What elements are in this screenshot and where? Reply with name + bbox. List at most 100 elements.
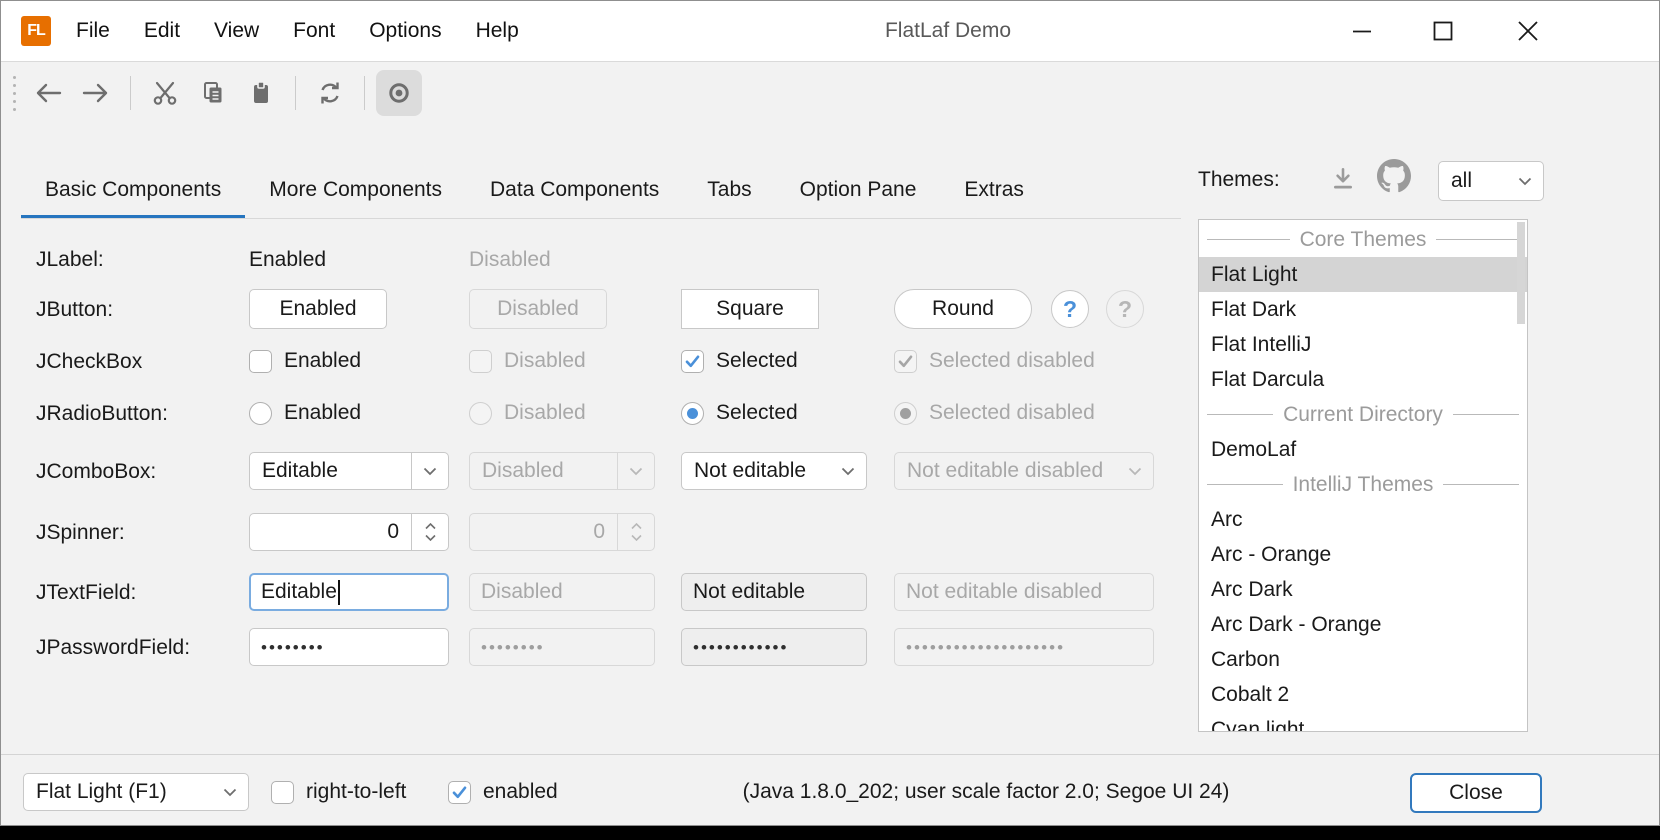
checkbox-icon[interactable] <box>249 350 272 373</box>
radio-enabled[interactable]: Enabled <box>249 401 361 425</box>
tab-option-pane[interactable]: Option Pane <box>776 161 941 219</box>
paste-button[interactable] <box>238 70 284 116</box>
radio-disabled: Disabled <box>469 401 586 425</box>
checkbox-checked-icon <box>894 350 917 373</box>
menu-font[interactable]: Font <box>276 1 352 61</box>
menu-options[interactable]: Options <box>352 1 458 61</box>
tab-basic-components[interactable]: Basic Components <box>21 161 245 219</box>
download-theme-button[interactable] <box>1329 165 1357 193</box>
minimize-button[interactable] <box>1331 1 1393 61</box>
checkbox-selected[interactable]: Selected <box>681 349 798 373</box>
chevron-down-icon[interactable] <box>212 774 248 810</box>
github-link-button[interactable] <box>1377 159 1411 193</box>
bottom-bar-divider <box>1 754 1660 755</box>
menu-view[interactable]: View <box>197 1 276 61</box>
toolbar-separator <box>364 76 365 110</box>
spinner-enabled[interactable]: 0 <box>249 513 449 551</box>
combobox-editable[interactable]: Editable <box>249 452 449 490</box>
tab-extras[interactable]: Extras <box>940 161 1048 219</box>
checkbox-checked-icon[interactable] <box>448 781 471 804</box>
passwordfield-not-editable[interactable]: •••••••••••• <box>681 628 867 666</box>
theme-list-item[interactable]: Arc Dark <box>1199 572 1527 607</box>
theme-list-item[interactable]: Arc <box>1199 502 1527 537</box>
maximize-button[interactable] <box>1412 1 1474 61</box>
spinner-arrows[interactable] <box>411 514 448 550</box>
passwordfield-editable[interactable]: •••••••• <box>249 628 449 666</box>
arrow-right-icon <box>81 80 111 106</box>
radio-selected[interactable]: Selected <box>681 401 798 425</box>
theme-list-item[interactable]: DemoLaf <box>1199 432 1527 467</box>
theme-list-item[interactable]: Cyan light <box>1199 712 1527 732</box>
back-button[interactable] <box>25 70 71 116</box>
theme-list-item[interactable]: Flat Light <box>1199 257 1527 292</box>
theme-list-item[interactable]: Arc Dark - Orange <box>1199 607 1527 642</box>
copy-icon <box>199 79 227 107</box>
radio-selected-icon <box>894 402 917 425</box>
close-icon <box>1515 18 1541 44</box>
toolbar <box>1 62 1659 124</box>
jlabel-row-label: JLabel: <box>36 248 104 272</box>
theme-list-item[interactable]: Arc - Orange <box>1199 537 1527 572</box>
textfield-editable[interactable]: Editable <box>249 573 449 611</box>
close-window-button[interactable] <box>1497 1 1559 61</box>
tab-bar-divider <box>21 218 1181 219</box>
menu-edit[interactable]: Edit <box>127 1 197 61</box>
scrollbar-thumb[interactable] <box>1517 222 1525 324</box>
toolbar-grip[interactable] <box>13 76 16 111</box>
copy-button[interactable] <box>190 70 236 116</box>
theme-list-item[interactable]: Carbon <box>1199 642 1527 677</box>
textfield-not-editable-disabled: Not editable disabled <box>894 573 1154 611</box>
textfield-not-editable[interactable]: Not editable <box>681 573 867 611</box>
textfield-disabled: Disabled <box>469 573 655 611</box>
menu-help[interactable]: Help <box>459 1 536 61</box>
chevron-down-icon <box>425 534 436 541</box>
minimize-icon <box>1349 18 1375 44</box>
jspinner-row-label: JSpinner: <box>36 521 125 545</box>
jpasswordfield-row-label: JPasswordField: <box>36 636 190 660</box>
radio-label: Enabled <box>284 401 361 425</box>
jbutton-row-label: JButton: <box>36 298 113 322</box>
toolbar-separator <box>295 76 296 110</box>
enabled-button[interactable]: Enabled <box>249 289 387 329</box>
theme-filter-combobox[interactable]: all <box>1438 161 1544 201</box>
flatlaf-demo-app: FL File Edit View Font Options Help Flat… <box>0 0 1660 840</box>
right-to-left-checkbox[interactable]: right-to-left <box>271 780 406 804</box>
theme-list-item[interactable]: Flat Dark <box>1199 292 1527 327</box>
menu-file[interactable]: File <box>59 1 127 61</box>
lookandfeel-combobox[interactable]: Flat Light (F1) <box>23 773 249 811</box>
arrow-left-icon <box>33 80 63 106</box>
cut-button[interactable] <box>142 70 188 116</box>
checkbox-icon[interactable] <box>271 781 294 804</box>
chevron-down-icon[interactable] <box>1507 162 1543 200</box>
square-button[interactable]: Square <box>681 289 819 329</box>
checkbox-disabled: Disabled <box>469 349 586 373</box>
enabled-checkbox[interactable]: enabled <box>448 780 558 804</box>
jlabel-enabled: Enabled <box>249 248 326 272</box>
forward-button[interactable] <box>73 70 119 116</box>
theme-category-header: IntelliJ Themes <box>1199 467 1527 502</box>
checkbox-checked-icon[interactable] <box>681 350 704 373</box>
chevron-down-icon <box>617 453 654 489</box>
chevron-down-icon[interactable] <box>411 453 448 489</box>
theme-list-item[interactable]: Flat IntelliJ <box>1199 327 1527 362</box>
radio-label: Disabled <box>504 401 586 425</box>
refresh-button[interactable] <box>307 70 353 116</box>
combobox-not-editable[interactable]: Not editable <box>681 452 867 490</box>
tab-data-components[interactable]: Data Components <box>466 161 683 219</box>
spinner-disabled: 0 <box>469 513 655 551</box>
theme-list-item[interactable]: Flat Darcula <box>1199 362 1527 397</box>
paste-icon <box>247 79 275 107</box>
tab-tabs[interactable]: Tabs <box>683 161 775 219</box>
chevron-up-icon <box>425 523 436 530</box>
show-hidden-toggle-button[interactable] <box>376 70 422 116</box>
theme-list-item[interactable]: Cobalt 2 <box>1199 677 1527 712</box>
radio-icon[interactable] <box>249 402 272 425</box>
radio-selected-icon[interactable] <box>681 402 704 425</box>
close-button[interactable]: Close <box>1410 773 1542 813</box>
tab-more-components[interactable]: More Components <box>245 161 466 219</box>
checkbox-enabled[interactable]: Enabled <box>249 349 361 373</box>
chevron-down-icon[interactable] <box>830 453 866 489</box>
themes-list[interactable]: Core Themes Flat Light Flat Dark Flat In… <box>1198 219 1528 732</box>
help-button[interactable]: ? <box>1051 290 1089 328</box>
round-button[interactable]: Round <box>894 289 1032 329</box>
